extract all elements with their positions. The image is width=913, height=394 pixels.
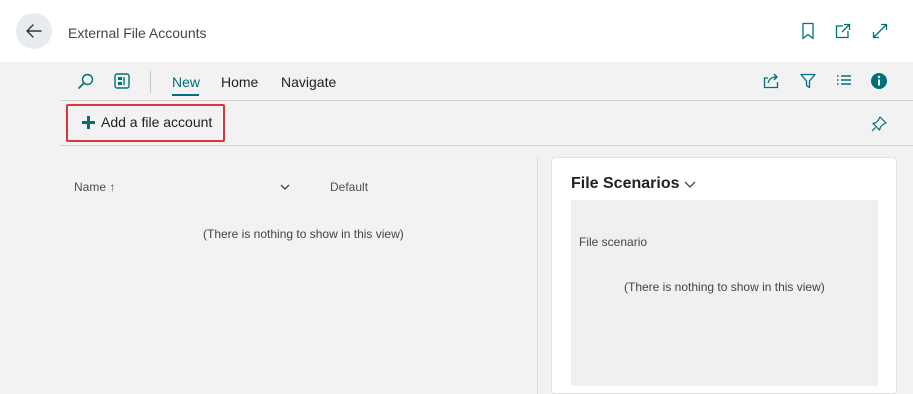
pin-button[interactable] xyxy=(870,115,888,133)
pane-divider xyxy=(537,157,538,394)
add-file-account-label: Add a file account xyxy=(101,114,213,130)
back-arrow-icon xyxy=(26,24,42,38)
tab-home[interactable]: Home xyxy=(221,74,258,90)
sort-ascending-icon: ↑ xyxy=(109,180,116,194)
tab-new[interactable]: New xyxy=(172,74,200,90)
share-button[interactable] xyxy=(762,72,780,90)
add-file-account-button[interactable]: Add a file account xyxy=(82,114,212,130)
layout-icon xyxy=(114,73,130,89)
empty-factbox-message: (There is nothing to show in this view) xyxy=(624,280,825,294)
page-title: External File Accounts xyxy=(68,25,207,41)
column-header-default[interactable]: Default xyxy=(330,180,368,194)
chevron-down-icon xyxy=(280,184,290,190)
file-scenarios-list: File scenario (There is nothing to show … xyxy=(571,200,878,386)
list-view-icon xyxy=(837,75,851,85)
title-bar: External File Accounts xyxy=(0,0,913,62)
command-bar-divider xyxy=(60,100,913,101)
bookmark-button[interactable] xyxy=(799,22,817,40)
pin-icon xyxy=(871,116,887,132)
factbox-header[interactable]: File Scenarios xyxy=(571,175,697,193)
search-button[interactable] xyxy=(77,72,95,90)
column-header-file-scenario[interactable]: File scenario xyxy=(579,235,647,249)
command-separator xyxy=(150,71,151,93)
factbox-title: File Scenarios xyxy=(571,175,680,192)
file-scenarios-factbox: File Scenarios File scenario (There is n… xyxy=(551,157,897,394)
command-bar: New Home Navigate xyxy=(60,62,913,100)
column-name-label: Name xyxy=(74,180,107,194)
column-header-name[interactable]: Name ↑ xyxy=(74,180,115,194)
column-menu-button[interactable] xyxy=(279,180,291,198)
filter-icon xyxy=(800,73,816,89)
action-bar-divider xyxy=(60,145,913,146)
active-tab-indicator xyxy=(172,94,199,96)
list-view-button[interactable] xyxy=(835,72,853,90)
filter-button[interactable] xyxy=(799,72,817,90)
layout-button[interactable] xyxy=(113,72,131,90)
info-button[interactable] xyxy=(870,72,888,90)
expand-icon xyxy=(872,23,888,39)
info-icon xyxy=(871,73,887,89)
open-new-window-button[interactable] xyxy=(834,22,852,40)
search-icon xyxy=(78,73,94,89)
open-new-window-icon xyxy=(835,23,851,39)
tab-navigate[interactable]: Navigate xyxy=(281,74,336,90)
chevron-down-icon xyxy=(684,181,695,188)
empty-list-message: (There is nothing to show in this view) xyxy=(203,227,404,241)
bookmark-icon xyxy=(802,22,814,40)
back-button[interactable] xyxy=(16,13,52,49)
expand-button[interactable] xyxy=(871,22,889,40)
share-icon xyxy=(763,73,779,89)
plus-icon xyxy=(82,115,95,129)
